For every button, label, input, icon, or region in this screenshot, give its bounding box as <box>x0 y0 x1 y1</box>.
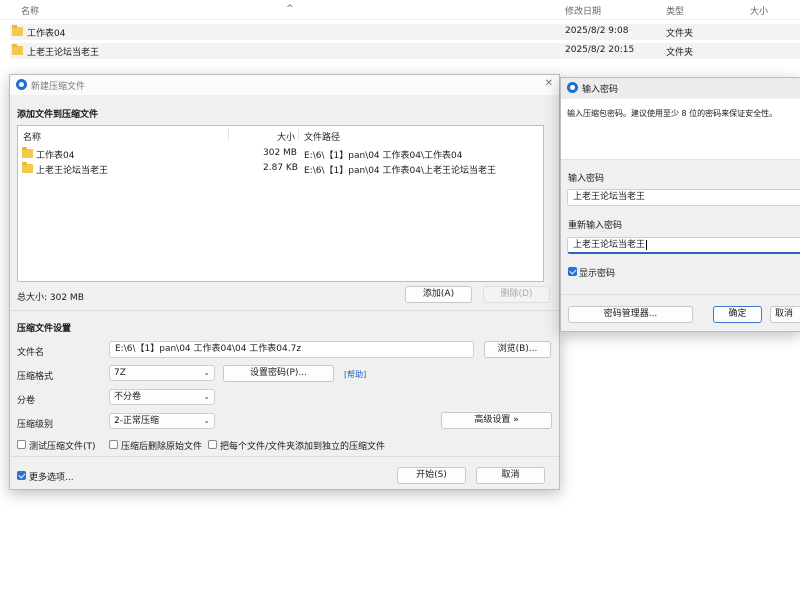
file-path: E:\6\【1】pan\04 工作表04\工作表04 <box>304 151 463 161</box>
start-button[interactable]: 开始(S) <box>397 467 466 484</box>
level-value: 2-正常压缩 <box>114 416 159 426</box>
show-password-label[interactable]: 显示密码 <box>579 266 615 279</box>
confirm-password-label: 重新输入密码 <box>568 221 623 231</box>
row-date: 2025/8/2 20:15 <box>565 45 635 55</box>
filename-field[interactable]: E:\6\【1】pan\04 工作表04\04 工作表04.7z <box>109 341 474 358</box>
confirm-password-input[interactable]: 上老王论坛当老王 <box>567 237 800 254</box>
list-column-name[interactable]: 名称 <box>23 130 41 143</box>
explorer-row[interactable]: 上老王论坛当老王 2025/8/2 20:15 文件夹 <box>10 43 800 59</box>
column-separator[interactable] <box>298 129 299 141</box>
file-name: 工作表04 <box>36 151 75 161</box>
password-manager-button[interactable]: 密码管理器... <box>568 306 693 323</box>
level-select[interactable]: 2-正常压缩 ⌄ <box>109 413 215 429</box>
app-icon <box>16 79 27 90</box>
file-name: 上老王论坛当老王 <box>36 166 109 176</box>
file-path: E:\6\【1】pan\04 工作表04\上老王论坛当老王 <box>304 166 496 176</box>
list-column-path[interactable]: 文件路径 <box>304 130 340 143</box>
filename-label: 文件名 <box>17 348 45 358</box>
archive-settings-title: 压缩文件设置 <box>17 324 72 334</box>
delete-after-label[interactable]: 压缩后删除原始文件 <box>121 439 202 452</box>
password-hint-panel: 输入压缩包密码。建议使用至少 8 位的密码来保证安全性。 <box>561 99 800 160</box>
delete-button[interactable]: 删除(D) <box>483 286 550 303</box>
column-name[interactable]: 名称 <box>21 4 39 17</box>
chevron-down-icon: ⌄ <box>203 416 210 425</box>
add-files-section-title: 添加文件到压缩文件 <box>17 110 99 120</box>
password-dialog-title: 输入密码 <box>582 85 619 95</box>
sort-arrow-icon: ^ <box>286 4 294 14</box>
list-column-size[interactable]: 大小 <box>277 130 295 143</box>
cancel-button[interactable]: 取消 <box>476 467 545 484</box>
total-size: 总大小: 302 MB <box>17 293 84 303</box>
close-icon[interactable]: ✕ <box>545 78 553 89</box>
set-password-button[interactable]: 设置密码(P)... <box>223 365 334 382</box>
file-size: 302 MB <box>263 148 297 158</box>
file-size: 2.87 KB <box>263 163 298 173</box>
column-type[interactable]: 类型 <box>666 4 684 17</box>
divider <box>561 294 800 295</box>
ok-button[interactable]: 确定 <box>713 306 762 323</box>
password-dialog-titlebar[interactable]: 输入密码 <box>561 78 800 98</box>
explorer-row[interactable]: 工作表04 2025/8/2 9:08 文件夹 <box>10 24 800 40</box>
password-hint: 输入压缩包密码。建议使用至少 8 位的密码来保证安全性。 <box>567 109 778 118</box>
split-value: 不分卷 <box>114 392 142 402</box>
show-password-checkbox[interactable] <box>568 267 577 276</box>
format-select[interactable]: 7Z ⌄ <box>109 365 215 381</box>
separate-archives-label[interactable]: 把每个文件/文件夹添加到独立的压缩文件 <box>220 439 385 452</box>
column-size[interactable]: 大小 <box>750 4 768 17</box>
row-name: 工作表04 <box>27 29 66 39</box>
row-date: 2025/8/2 9:08 <box>565 26 629 36</box>
split-label: 分卷 <box>17 396 36 406</box>
advanced-settings-button[interactable]: 高级设置 » <box>441 412 552 429</box>
test-archive-checkbox[interactable] <box>17 440 26 449</box>
archive-dialog-titlebar[interactable]: 新建压缩文件 ✕ <box>10 75 559 95</box>
row-name: 上老王论坛当老王 <box>27 48 100 58</box>
chevron-down-icon: ⌄ <box>203 392 210 401</box>
divider <box>10 456 559 457</box>
dialog-title: 新建压缩文件 <box>31 82 86 92</box>
new-archive-dialog: 新建压缩文件 ✕ 添加文件到压缩文件 名称 大小 文件路径 工作表04 302 … <box>9 74 560 490</box>
format-value: 7Z <box>114 368 126 378</box>
browse-button[interactable]: 浏览(B)... <box>484 341 551 358</box>
folder-icon <box>12 44 23 55</box>
test-archive-label[interactable]: 测试压缩文件(T) <box>29 439 96 452</box>
app-icon <box>567 82 578 93</box>
list-item[interactable]: 上老王论坛当老王 2.87 KB E:\6\【1】pan\04 工作表04\上老… <box>18 161 543 176</box>
folder-icon <box>12 25 23 36</box>
row-type: 文件夹 <box>666 29 694 39</box>
chevron-down-icon: ⌄ <box>203 368 210 377</box>
folder-icon <box>22 147 33 158</box>
add-button[interactable]: 添加(A) <box>405 286 472 303</box>
row-type: 文件夹 <box>666 48 694 58</box>
password-cancel-button[interactable]: 取消 <box>770 306 800 323</box>
file-explorer: 名称 ^ 修改日期 类型 大小 工作表04 2025/8/2 9:08 文件夹 … <box>0 0 800 70</box>
level-label: 压缩级别 <box>17 420 54 430</box>
delete-after-checkbox[interactable] <box>109 440 118 449</box>
explorer-column-header: 名称 ^ 修改日期 类型 大小 <box>0 0 800 20</box>
password-dialog: 输入密码 输入压缩包密码。建议使用至少 8 位的密码来保证安全性。 输入密码 上… <box>560 77 800 332</box>
password-label: 输入密码 <box>568 174 605 184</box>
more-options-checkbox[interactable] <box>17 471 26 480</box>
text-cursor <box>646 239 648 250</box>
column-separator[interactable] <box>228 129 229 141</box>
column-modified[interactable]: 修改日期 <box>565 4 601 17</box>
split-select[interactable]: 不分卷 ⌄ <box>109 389 215 405</box>
divider <box>10 310 559 311</box>
file-list[interactable]: 名称 大小 文件路径 工作表04 302 MB E:\6\【1】pan\04 工… <box>17 125 544 282</box>
password-input[interactable]: 上老王论坛当老王 <box>567 189 800 206</box>
format-label: 压缩格式 <box>17 372 54 382</box>
separate-archives-checkbox[interactable] <box>208 440 217 449</box>
list-item[interactable]: 工作表04 302 MB E:\6\【1】pan\04 工作表04\工作表04 <box>18 146 543 161</box>
more-options-label[interactable]: 更多选项... <box>29 470 74 483</box>
help-link[interactable]: [帮助] <box>344 369 366 380</box>
confirm-password-value: 上老王论坛当老王 <box>573 240 646 250</box>
folder-icon <box>22 162 33 173</box>
